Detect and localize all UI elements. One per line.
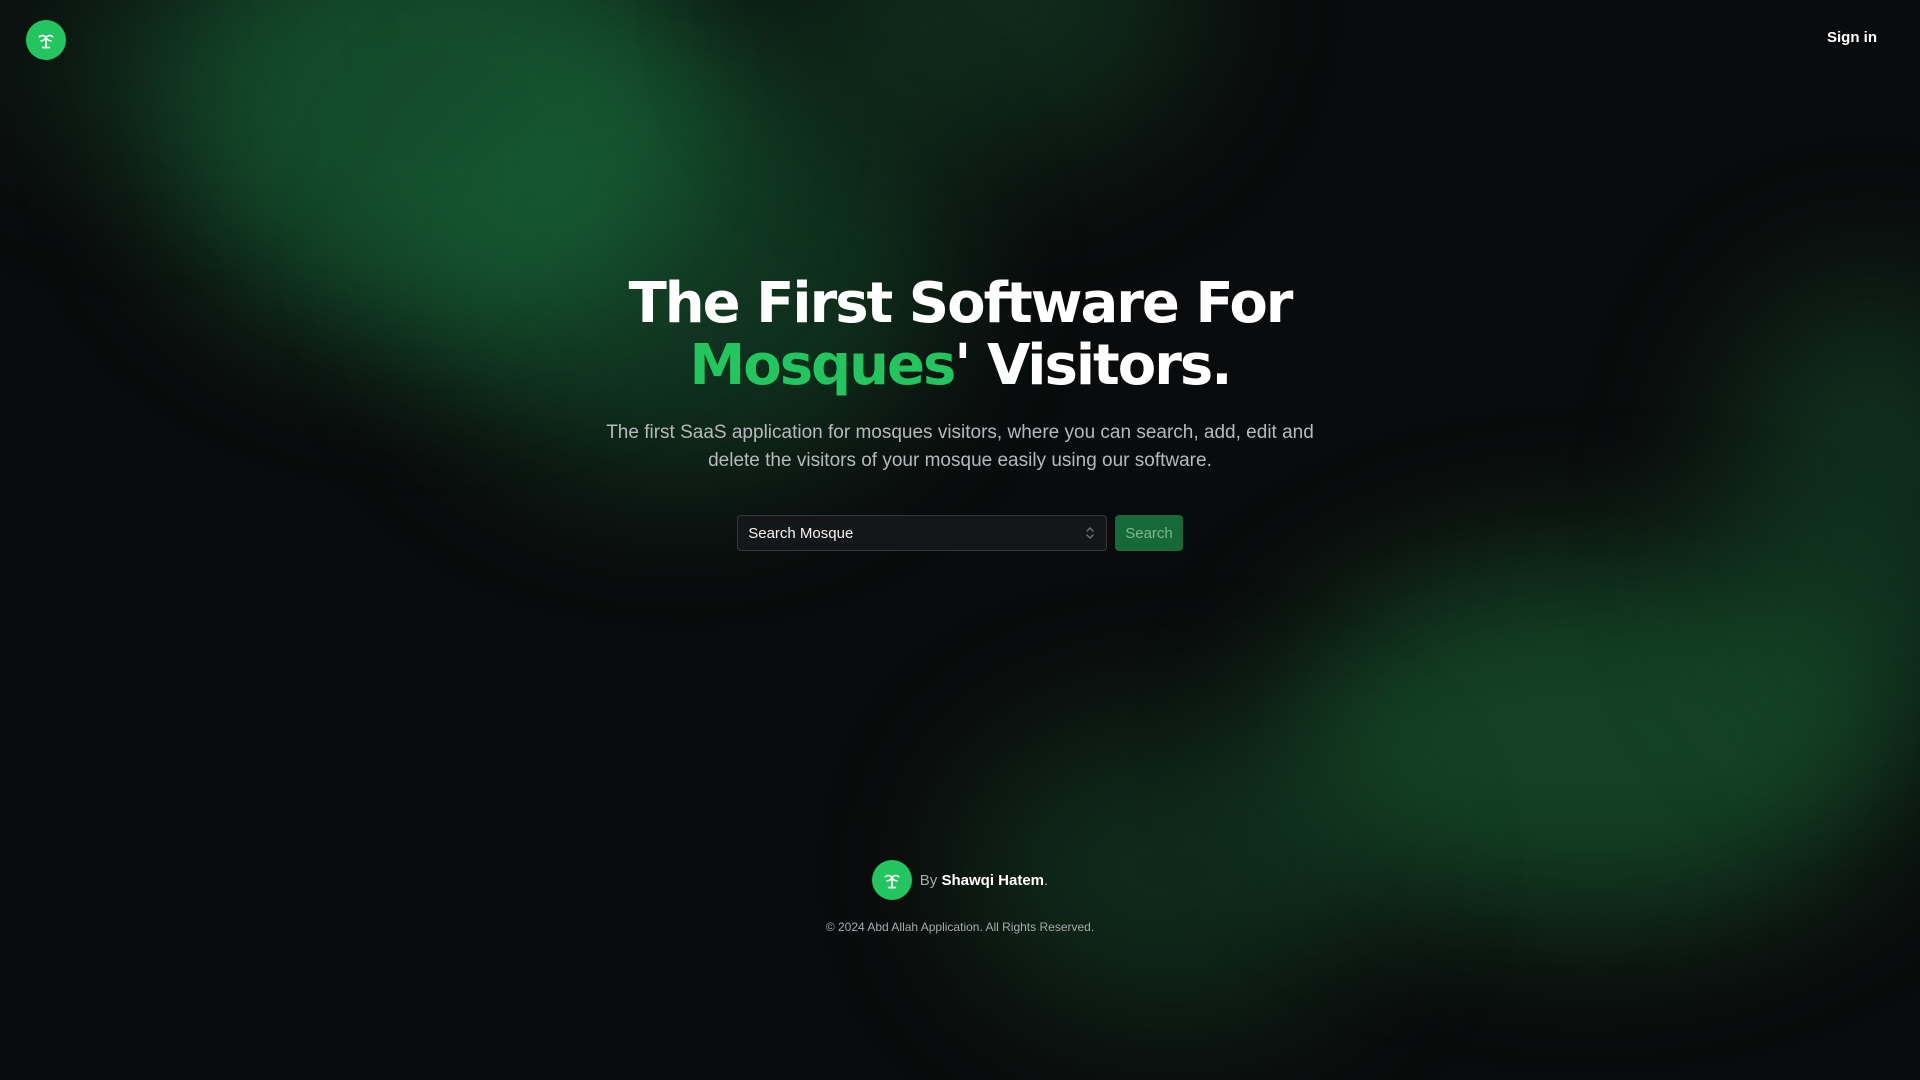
page: Sign in The First Software For Mosques' … [0, 0, 1920, 1080]
footer-logo [871, 860, 912, 900]
author-link[interactable]: Shawqi Hatem [941, 872, 1044, 889]
copyright-text: © 2024 Abd Allah Application. All Rights… [825, 920, 1095, 934]
home-logo-link[interactable] [26, 20, 66, 60]
palm-tree-icon [36, 30, 56, 50]
byline-period: . [1044, 871, 1049, 889]
hero-section: The First Software For Mosques' Visitors… [0, 273, 1920, 551]
headline-accent-word: Mosques [689, 333, 957, 398]
search-form: Search Mosque Search [0, 515, 1920, 551]
background-glow [780, 0, 1200, 160]
chevron-up-down-icon [1084, 525, 1096, 545]
byline-text: By Shawqi Hatem. [920, 872, 1048, 889]
mosque-select-value: Search Mosque [748, 524, 854, 542]
by-label: By [919, 871, 938, 889]
palm-tree-icon [882, 870, 902, 890]
mosque-select[interactable]: Search Mosque [737, 515, 1108, 551]
sign-in-link[interactable]: Sign in [1827, 29, 1877, 46]
hero-headline: The First Software For Mosques' Visitors… [0, 273, 1920, 397]
search-button[interactable]: Search [1115, 515, 1183, 551]
hero-subtitle: The first SaaS application for mosques v… [606, 422, 1314, 471]
author-byline: By Shawqi Hatem. [871, 860, 1048, 900]
headline-rest: ' Visitors. [954, 333, 1232, 398]
headline-line-1: The First Software For [628, 271, 1294, 336]
footer: By Shawqi Hatem. © 2024 Abd Allah Applic… [0, 860, 1920, 934]
